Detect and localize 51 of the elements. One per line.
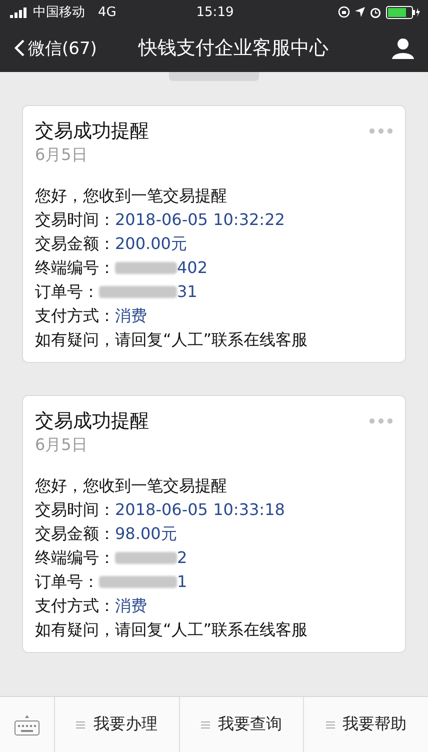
redaction-bar — [115, 262, 177, 274]
field-value: 98.00元 — [115, 523, 177, 545]
menu-button[interactable]: 我要查询 — [180, 697, 304, 752]
field-value: 1 — [177, 571, 188, 593]
network-type: 4G — [98, 4, 116, 20]
field-value: 402 — [177, 257, 208, 279]
greeting-text: 您好，您收到一笔交易提醒 — [35, 475, 228, 497]
field-label: 交易金额： — [35, 523, 115, 545]
help-text: 如有疑问，请回复“人工”联系在线客服 — [35, 329, 309, 351]
field-value: 200.00元 — [115, 233, 187, 255]
menu-button[interactable]: 我要帮助 — [304, 697, 428, 752]
field-value: 2 — [177, 547, 188, 569]
chat-title: 快钱支付企业客服中心 — [137, 36, 330, 61]
field-label: 订单号： — [35, 571, 99, 593]
battery-icon — [386, 6, 420, 18]
list-icon — [326, 720, 335, 728]
location-arrow-icon — [355, 7, 365, 17]
message-title: 交易成功提醒 — [35, 409, 149, 434]
more-icon[interactable] — [369, 418, 393, 424]
field-value: 31 — [177, 281, 198, 303]
more-icon[interactable] — [369, 128, 393, 134]
field-label: 交易时间： — [35, 209, 115, 231]
field-label: 交易时间： — [35, 499, 115, 521]
back-button[interactable]: 微信(67) — [14, 36, 97, 60]
clock-time: 15:19 — [196, 4, 234, 20]
carrier-name: 中国移动 — [33, 4, 85, 21]
signal-icon — [10, 6, 28, 18]
lock-rotation-icon — [338, 6, 350, 18]
field-value: 消费 — [115, 305, 147, 327]
keyboard-icon — [14, 714, 40, 736]
field-value: 消费 — [115, 595, 147, 617]
greeting-text: 您好，您收到一笔交易提醒 — [35, 185, 228, 207]
alarm-clock-icon — [370, 6, 381, 18]
person-icon[interactable] — [392, 37, 414, 59]
field-value: 2018-06-05 10:33:18 — [115, 499, 285, 521]
field-label: 支付方式： — [35, 595, 115, 617]
field-label: 支付方式： — [35, 305, 115, 327]
redaction-bar — [115, 552, 177, 564]
help-text: 如有疑问，请回复“人工”联系在线客服 — [35, 619, 309, 641]
chevron-left-icon — [14, 39, 25, 57]
field-label: 订单号： — [35, 281, 99, 303]
field-label: 交易金额： — [35, 233, 115, 255]
field-label: 终端编号： — [35, 257, 115, 279]
field-label: 终端编号： — [35, 547, 115, 569]
message-title: 交易成功提醒 — [35, 119, 149, 144]
field-value: 2018-06-05 10:32:22 — [115, 209, 285, 231]
list-icon — [201, 720, 210, 728]
list-icon — [76, 720, 86, 728]
message-date: 6月5日 — [35, 434, 88, 456]
menu-button[interactable]: 我要办理 — [55, 697, 180, 752]
message-date: 6月5日 — [35, 144, 88, 166]
